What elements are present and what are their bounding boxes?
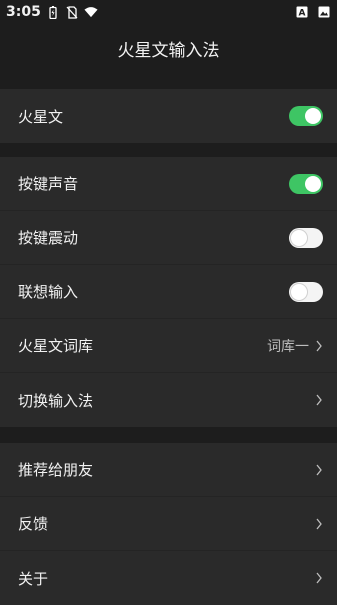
setting-label: 火星文	[18, 107, 64, 126]
chevron-right-icon	[316, 340, 322, 351]
chevron-right-icon	[316, 518, 322, 529]
setting-row-predictive-input[interactable]: 联想输入	[0, 265, 337, 319]
setting-row-share[interactable]: 推荐给朋友	[0, 443, 337, 497]
setting-row-huoxingwen[interactable]: 火星文	[0, 89, 337, 143]
page-title: 火星文输入法	[0, 24, 337, 72]
page-title-text: 火星文输入法	[117, 40, 220, 61]
chevron-right-icon	[316, 464, 322, 475]
settings-section-input: 按键声音 按键震动 联想输入 火星文词库 词库一 切换输入法	[0, 157, 337, 427]
setting-label: 按键声音	[18, 175, 79, 193]
chevron-right-icon	[316, 394, 322, 406]
chevron-right-icon	[316, 572, 322, 584]
setting-label: 切换输入法	[18, 391, 94, 410]
text-notification-icon: A	[295, 5, 309, 19]
setting-row-feedback[interactable]: 反馈	[0, 497, 337, 551]
setting-row-dictionary[interactable]: 火星文词库 词库一	[0, 319, 337, 373]
huoxingwen-toggle[interactable]	[289, 106, 323, 126]
setting-label: 联想输入	[18, 283, 79, 301]
setting-row-switch-ime[interactable]: 切换输入法	[0, 373, 337, 427]
settings-section-main: 火星文	[0, 89, 337, 143]
no-sim-icon	[65, 5, 79, 19]
setting-row-key-sound[interactable]: 按键声音	[0, 157, 337, 211]
key-sound-toggle[interactable]	[289, 173, 323, 194]
setting-label: 按键震动	[18, 229, 79, 247]
image-notification-icon	[317, 5, 331, 19]
battery-saver-icon	[46, 5, 60, 19]
settings-section-about: 推荐给朋友 反馈 关于	[0, 443, 337, 605]
svg-text:A: A	[299, 9, 306, 19]
setting-label: 关于	[18, 569, 49, 588]
setting-label: 推荐给朋友	[18, 461, 94, 479]
predictive-input-toggle[interactable]	[289, 281, 323, 302]
setting-label: 火星文词库	[18, 337, 94, 355]
key-vibration-toggle[interactable]	[289, 227, 323, 248]
status-time: 3:05	[6, 4, 41, 20]
setting-row-about[interactable]: 关于	[0, 551, 337, 605]
dictionary-value: 词库一	[267, 338, 309, 355]
wifi-icon	[84, 5, 98, 19]
setting-label: 反馈	[18, 515, 49, 533]
setting-row-key-vibration[interactable]: 按键震动	[0, 211, 337, 265]
status-bar: 3:05 A	[0, 0, 337, 24]
